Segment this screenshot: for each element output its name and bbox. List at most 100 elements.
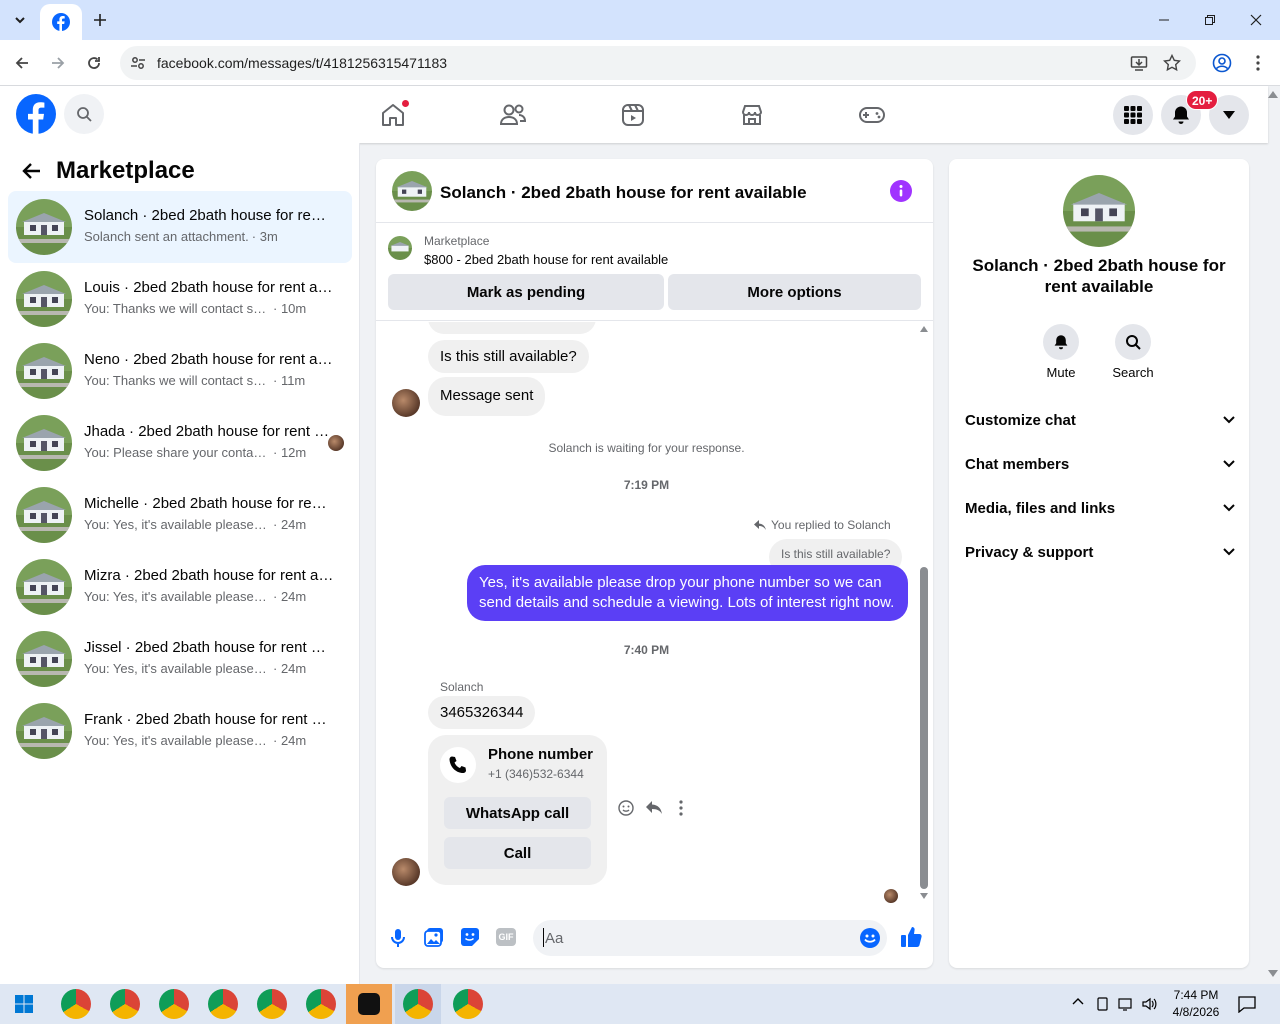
row-label: Media, files and links: [965, 499, 1116, 517]
friends-icon[interactable]: [498, 100, 528, 130]
search-icon[interactable]: [1115, 324, 1151, 360]
info-title-line: rent available: [1044, 277, 1154, 296]
scroll-down-arrow-icon[interactable]: [920, 893, 928, 899]
active-chrome-app[interactable]: [395, 984, 441, 1024]
timestamp: 7:19 PM: [623, 478, 670, 492]
chrome-profile-icon[interactable]: [257, 989, 287, 1019]
forward-arrow-icon[interactable]: [44, 49, 72, 77]
back-arrow-icon[interactable]: [8, 49, 36, 77]
my-message-bubble[interactable]: Yes, it's available please drop your pho…: [467, 565, 908, 621]
new-tab-plus-icon[interactable]: [88, 8, 112, 32]
minimize-icon[interactable]: [1146, 6, 1182, 34]
conversation-item[interactable]: Solanch · 2bed 2bath house for rent avai…: [8, 191, 352, 263]
video-icon[interactable]: [618, 100, 648, 130]
marketplace-label: Marketplace: [424, 234, 490, 248]
marketplace-sidebar: Marketplace Solanch · 2bed 2bath house f…: [0, 143, 360, 984]
chrome-profile-icon[interactable]: [453, 989, 483, 1019]
timestamp: 7:40 PM: [623, 643, 670, 657]
scrollbar-thumb[interactable]: [920, 567, 928, 889]
page-scroll-up-icon[interactable]: [1268, 91, 1278, 98]
facebook-logo-icon[interactable]: [16, 94, 56, 134]
like-thumb-icon[interactable]: [900, 926, 922, 948]
solanch-avatar[interactable]: [392, 858, 420, 886]
mute-label[interactable]: Mute: [1031, 365, 1091, 380]
address-bar[interactable]: facebook.com/messages/t/4181256315471183: [120, 46, 1196, 80]
conversation-item[interactable]: Jhada · 2bed 2bath house for rent availa…: [8, 407, 352, 479]
conversation-item[interactable]: Jissel · 2bed 2bath house for rent avail…: [8, 623, 352, 695]
emoji-icon[interactable]: [860, 928, 880, 948]
search-label[interactable]: Search: [1103, 365, 1163, 380]
chrome-profile-icon[interactable]: [208, 989, 238, 1019]
facebook-favicon-icon: [52, 13, 70, 31]
media-files-links-row[interactable]: Media, files and links: [965, 486, 1235, 530]
message-input[interactable]: Aa: [533, 920, 887, 956]
bookmark-star-icon[interactable]: [1163, 54, 1181, 72]
listing-title[interactable]: $800 - 2bed 2bath house for rent availab…: [424, 252, 668, 267]
scroll-up-arrow-icon[interactable]: [920, 326, 928, 332]
taskbar-clock[interactable]: 7:44 PM 4/8/2026: [1166, 987, 1226, 1021]
capcut-app[interactable]: [346, 984, 392, 1024]
chevron-down-icon: [1223, 416, 1235, 424]
message-bubble[interactable]: 3465326344: [428, 696, 536, 729]
microphone-icon[interactable]: [390, 928, 406, 948]
menu-grid-icon[interactable]: [1113, 95, 1153, 135]
listing-thumbnail: [16, 271, 72, 327]
conversation-item[interactable]: Louis · 2bed 2bath house for rent availa…: [8, 263, 352, 335]
more-options-button[interactable]: More options: [668, 274, 921, 310]
call-button[interactable]: Call: [444, 837, 591, 869]
conversation-item[interactable]: Mizra · 2bed 2bath house for rent availa…: [8, 551, 352, 623]
meet-now-icon[interactable]: [1096, 996, 1110, 1012]
search-icon[interactable]: [64, 94, 104, 134]
react-emoji-icon[interactable]: [618, 800, 634, 816]
message-scrollbar[interactable]: [918, 322, 930, 907]
gaming-icon[interactable]: [857, 100, 887, 130]
info-icon[interactable]: [890, 180, 912, 202]
message-composer: GIF Aa: [376, 907, 933, 968]
mark-as-pending-button[interactable]: Mark as pending: [388, 274, 664, 310]
marketplace-icon[interactable]: [737, 100, 767, 130]
sticker-icon[interactable]: [460, 927, 480, 947]
whatsapp-call-button[interactable]: WhatsApp call: [444, 797, 591, 829]
profile-icon[interactable]: [1208, 49, 1236, 77]
photo-gallery-icon[interactable]: [424, 927, 444, 947]
chrome-profile-icon[interactable]: [110, 989, 140, 1019]
solanch-avatar[interactable]: [392, 389, 420, 417]
chrome-profile-icon[interactable]: [159, 989, 189, 1019]
chrome-profile-icon[interactable]: [61, 989, 91, 1019]
read-receipt-avatar: [884, 889, 898, 903]
notification-center-icon[interactable]: [1238, 995, 1256, 1013]
info-listing-thumbnail[interactable]: [1063, 175, 1135, 247]
browser-menu-icon[interactable]: [1244, 49, 1272, 77]
volume-icon[interactable]: [1142, 996, 1158, 1012]
message-more-icon[interactable]: [679, 800, 683, 816]
chat-listing-thumbnail[interactable]: [392, 171, 432, 211]
message-bubble[interactable]: Message sent: [428, 377, 546, 416]
reply-icon[interactable]: [645, 800, 663, 816]
back-arrow-icon[interactable]: [22, 161, 42, 181]
gif-icon[interactable]: GIF: [496, 928, 516, 946]
site-info-icon[interactable]: [130, 55, 146, 71]
network-icon[interactable]: [1118, 996, 1134, 1012]
install-app-icon[interactable]: [1130, 54, 1148, 72]
browser-tab-facebook[interactable]: [40, 4, 82, 40]
conversation-item[interactable]: Neno · 2bed 2bath house for rent availab…: [8, 335, 352, 407]
conversation-item[interactable]: Michelle · 2bed 2bath house for rent ava…: [8, 479, 352, 551]
url-text[interactable]: facebook.com/messages/t/4181256315471183: [157, 55, 447, 71]
windows-start-icon[interactable]: [15, 995, 33, 1013]
tab-search-chevron-icon[interactable]: [8, 8, 32, 32]
listing-thumbnail[interactable]: [388, 236, 412, 260]
tray-chevron-up-icon[interactable]: [1072, 997, 1084, 1005]
mute-bell-icon[interactable]: [1043, 324, 1079, 360]
chrome-profile-icon[interactable]: [306, 989, 336, 1019]
close-window-icon[interactable]: [1238, 6, 1274, 34]
privacy-support-row[interactable]: Privacy & support: [965, 530, 1235, 574]
reload-icon[interactable]: [80, 49, 108, 77]
conversation-item[interactable]: Frank · 2bed 2bath house for rent availa…: [8, 695, 352, 767]
message-bubble[interactable]: Is this still available?: [428, 340, 589, 373]
chat-title[interactable]: Solanch · 2bed 2bath house for rent avai…: [440, 183, 807, 203]
conversation-preview: You: Please share your contact number· 1…: [84, 445, 306, 460]
page-scroll-down-icon[interactable]: [1268, 970, 1278, 977]
customize-chat-row[interactable]: Customize chat: [965, 398, 1235, 442]
restore-icon[interactable]: [1192, 6, 1228, 34]
chat-members-row[interactable]: Chat members: [965, 442, 1235, 486]
